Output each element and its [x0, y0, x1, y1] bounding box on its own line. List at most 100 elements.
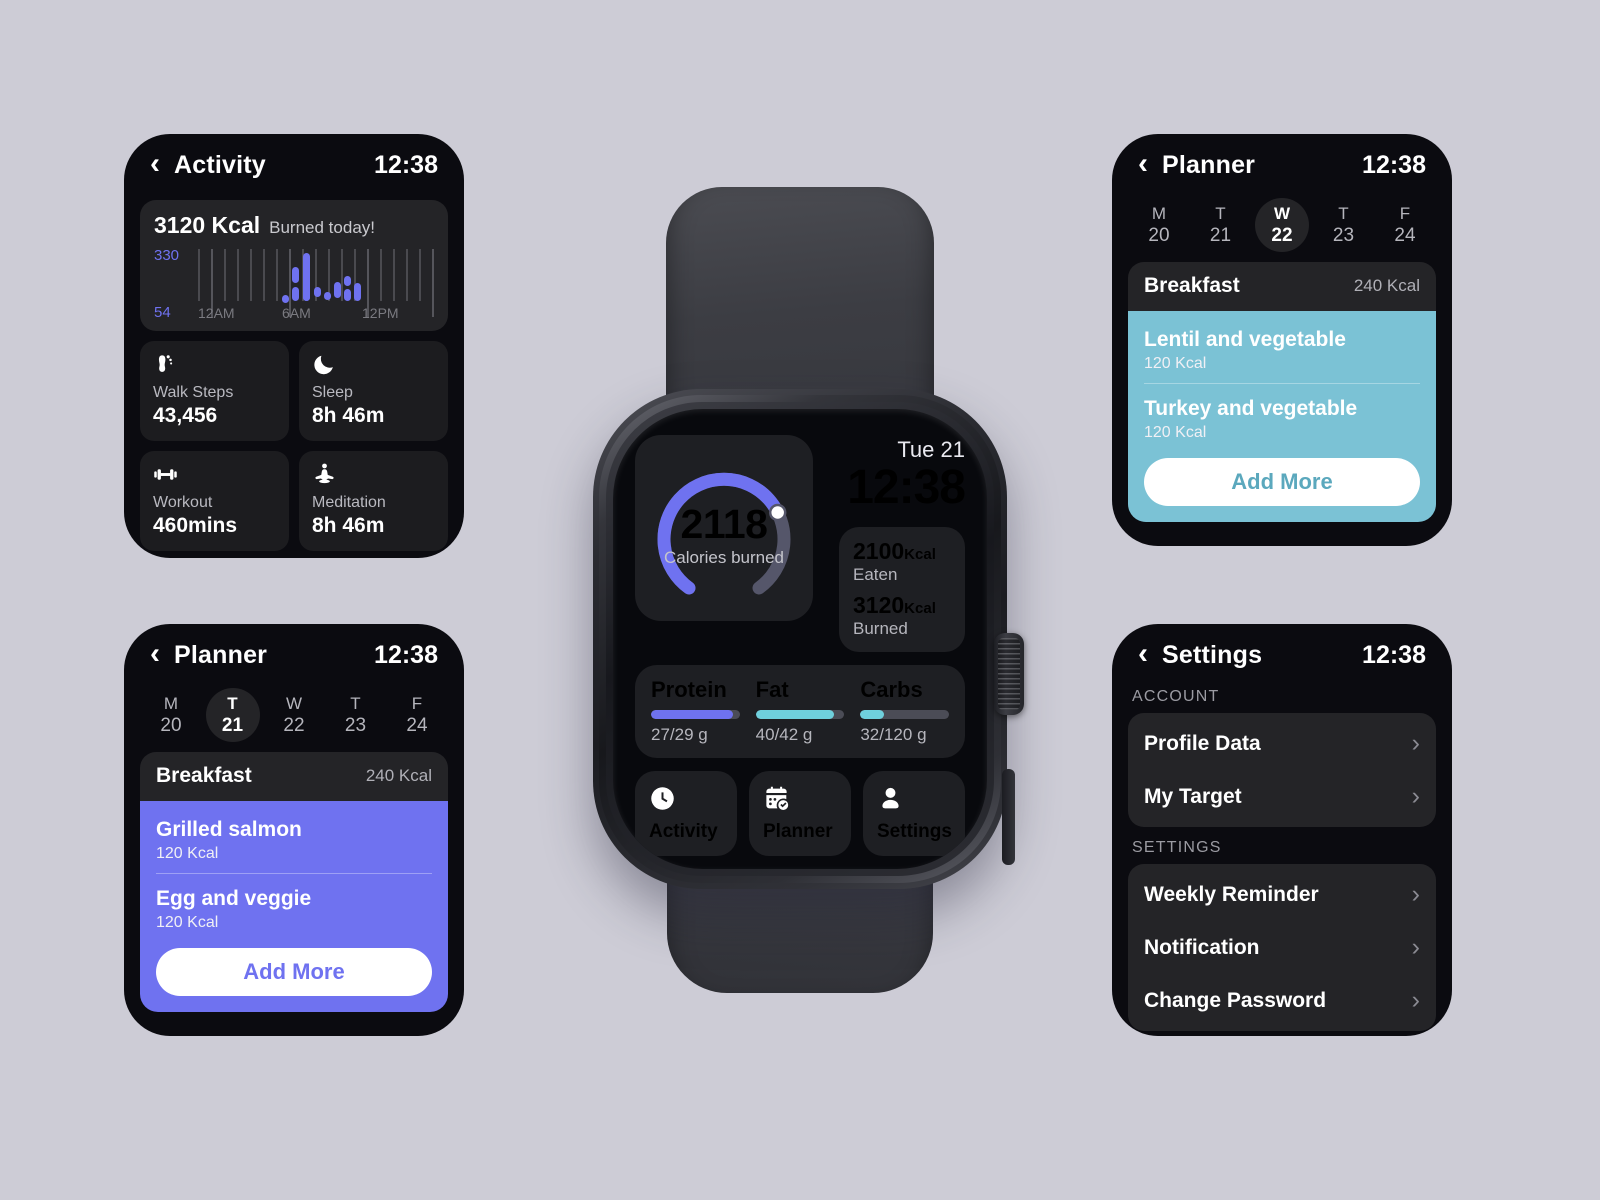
day-number: 20: [1148, 224, 1170, 246]
settings-row-profile-data[interactable]: Profile Data ›: [1128, 717, 1436, 770]
page-title: Settings: [1162, 640, 1263, 669]
add-more-button[interactable]: Add More: [156, 948, 432, 996]
settings-row-notification[interactable]: Notification ›: [1128, 921, 1436, 974]
settings-group-account: Profile Data › My Target ›: [1128, 713, 1436, 827]
macro-value: 32/120 g: [860, 725, 927, 745]
macro-carbs[interactable]: Carbs 32/120 g: [860, 677, 950, 745]
day-chip[interactable]: F 24: [390, 688, 444, 742]
y-axis-min-label: 54: [154, 304, 171, 321]
settings-row-weekly-reminder[interactable]: Weekly Reminder ›: [1128, 868, 1436, 921]
settings-header: ‹ Settings 12:38: [1112, 624, 1452, 686]
day-chip[interactable]: T 23: [329, 688, 383, 742]
chevron-left-icon[interactable]: ‹: [150, 149, 160, 179]
day-chip[interactable]: M 20: [1132, 198, 1186, 252]
chevron-right-icon: ›: [1411, 729, 1420, 757]
list-item[interactable]: Lentil and vegetable 120 Kcal: [1144, 325, 1420, 383]
stat-card-meditation[interactable]: Meditation 8h 46m: [299, 451, 448, 551]
list-item[interactable]: Egg and veggie 120 Kcal: [156, 873, 432, 942]
day-chip[interactable]: F 24: [1378, 198, 1432, 252]
status-time: 12:38: [1362, 640, 1426, 669]
day-chip-selected[interactable]: W 22: [1255, 198, 1309, 252]
stat-label: Walk Steps: [153, 384, 234, 401]
x-tick-0: 12AM: [198, 305, 235, 321]
kcal-eaten-label: Eaten: [853, 565, 898, 585]
macro-value: 27/29 g: [651, 725, 708, 745]
watch-time: 12:38: [847, 461, 966, 514]
settings-row-my-target[interactable]: My Target ›: [1128, 770, 1436, 823]
chart-bar: [282, 295, 289, 303]
planner-screen-right: ‹ Planner 12:38 M 20 T 21 W 22 T 23 F 24 Brea…: [1112, 134, 1452, 546]
day-chip-selected[interactable]: T 21: [205, 688, 260, 742]
settings-row-change-password[interactable]: Change Password ›: [1128, 974, 1436, 1027]
stat-card-workout[interactable]: Workout 460mins: [140, 451, 289, 551]
macro-progress-track: [860, 710, 950, 720]
day-number: 24: [406, 714, 428, 736]
calendar-check-icon: [766, 787, 789, 811]
clock-icon: [651, 787, 674, 811]
chevron-left-icon[interactable]: ‹: [150, 639, 160, 669]
watch-date: Tue 21: [897, 437, 965, 462]
nav-item-planner[interactable]: Planner: [749, 771, 851, 857]
row-label: Profile Data: [1144, 731, 1261, 755]
calorie-gauge-value: 2118: [680, 500, 768, 547]
day-selector: M 20 T 21 W 22 T 23 F 24: [140, 686, 448, 752]
stat-value: 460mins: [153, 514, 238, 537]
stat-label: Sleep: [312, 384, 353, 401]
macro-protein[interactable]: Protein 27/29 g: [651, 677, 740, 745]
meal-header: Breakfast 240 Kcal: [1128, 262, 1436, 311]
chart-bar: [354, 283, 361, 301]
meal-item-title: Turkey and vegetable: [1144, 397, 1358, 420]
chevron-left-icon[interactable]: ‹: [1138, 639, 1148, 669]
canvas: ‹ Activity 12:38 3120 Kcal Burned today!…: [0, 0, 1600, 1200]
chart-bar: [344, 276, 351, 286]
watch-home-screen: 2118 Calories burned Tue 21 12:38 2100Kc…: [613, 409, 987, 869]
stat-value: 43,456: [153, 404, 218, 427]
nav-label: Planner: [763, 821, 833, 843]
calorie-gauge-label: Calories burned: [663, 547, 784, 567]
macro-name: Carbs: [860, 677, 923, 703]
list-item[interactable]: Turkey and vegetable 120 Kcal: [1144, 383, 1420, 452]
day-chip[interactable]: T 21: [1194, 198, 1248, 252]
macro-fat[interactable]: Fat 40/42 g: [755, 677, 845, 745]
day-selector: M 20 T 21 W 22 T 23 F 24: [1128, 196, 1436, 262]
nav-item-activity[interactable]: Activity: [635, 771, 737, 857]
bottom-nav: Activity Planner Settings: [635, 771, 965, 857]
stat-label: Meditation: [312, 494, 386, 511]
chart-bar: [334, 282, 341, 298]
day-letter: F: [411, 693, 423, 713]
row-label: Weekly Reminder: [1144, 882, 1319, 906]
smartwatch-device: 2118 Calories burned Tue 21 12:38 2100Kc…: [560, 175, 1040, 1005]
day-letter: T: [350, 693, 361, 713]
macro-value: 40/42 g: [755, 725, 813, 745]
day-chip[interactable]: T 23: [1317, 198, 1371, 252]
kcal-summary-card[interactable]: 2100Kcal Eaten 3120Kcal Burned: [839, 527, 965, 653]
page-title: Planner: [174, 640, 268, 669]
chevron-left-icon[interactable]: ‹: [1138, 149, 1148, 179]
planner-header: ‹ Planner 12:38: [124, 624, 464, 686]
stat-value: 8h 46m: [312, 514, 385, 537]
macro-progress-fill: [860, 710, 885, 720]
stat-card-sleep[interactable]: Sleep 8h 46m: [299, 341, 448, 441]
moon-icon: [312, 352, 435, 378]
stat-card-walk-steps[interactable]: Walk Steps 43,456: [140, 341, 289, 441]
row-label: Change Password: [1144, 988, 1327, 1012]
day-chip[interactable]: M 20: [144, 688, 198, 742]
stat-value: 8h 46m: [312, 404, 385, 427]
macros-card: Protein 27/29 g Fat 40/42 g Carbs 32/120…: [635, 665, 965, 759]
meal-item-title: Egg and veggie: [156, 887, 312, 910]
watch-case: 2118 Calories burned Tue 21 12:38 2100Kc…: [593, 389, 1024, 889]
macro-name: Fat: [755, 677, 789, 703]
nav-item-settings[interactable]: Settings: [863, 771, 965, 857]
day-chip[interactable]: W 22: [267, 688, 321, 742]
digital-crown[interactable]: [994, 633, 1024, 715]
x-tick-2: 12PM: [362, 305, 399, 321]
stat-label: Workout: [153, 494, 213, 511]
section-heading-settings: SETTINGS: [1132, 839, 1222, 856]
macro-progress-fill: [755, 710, 834, 720]
list-item[interactable]: Grilled salmon 120 Kcal: [156, 815, 432, 873]
calorie-gauge-card[interactable]: 2118 Calories burned: [635, 435, 813, 621]
day-letter: W: [1273, 203, 1291, 223]
side-button[interactable]: [1002, 769, 1015, 865]
add-more-button[interactable]: Add More: [1144, 458, 1420, 506]
row-label: My Target: [1144, 784, 1242, 808]
